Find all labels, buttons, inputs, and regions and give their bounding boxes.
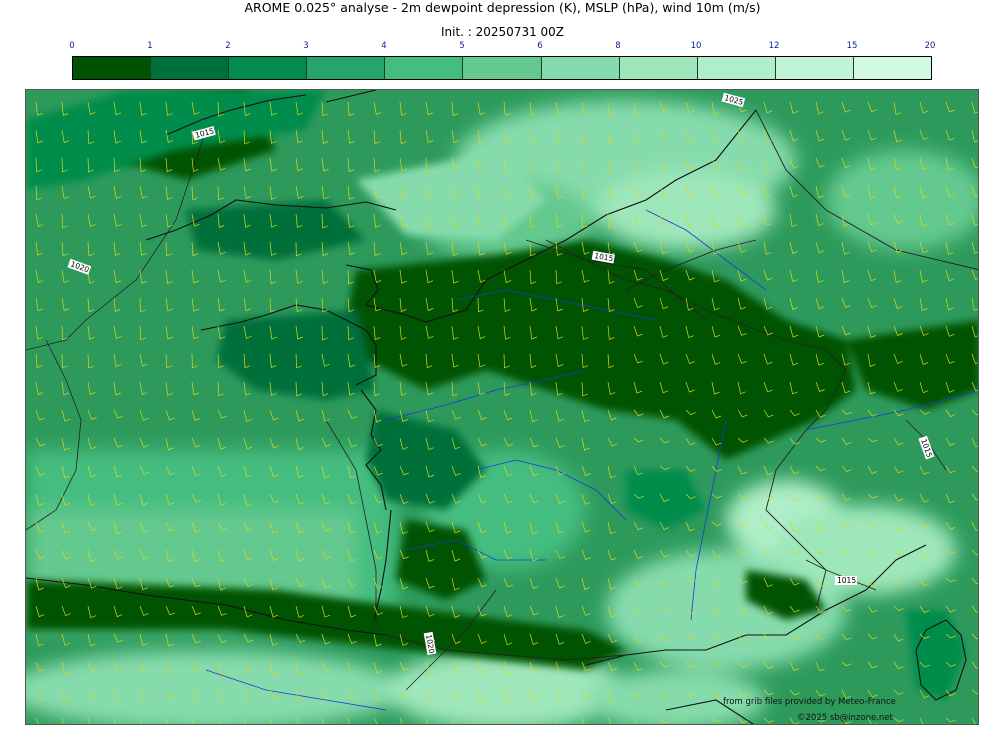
isobar-label: 1015 xyxy=(835,576,857,585)
colorbar-segment xyxy=(385,57,464,79)
colorbar-segment xyxy=(229,57,308,79)
map-canvas: 1015102010251015101510201015 xyxy=(26,90,978,724)
colorbar-tick-label: 2 xyxy=(225,41,231,51)
chart-title: AROME 0.025° analyse - 2m dewpoint depre… xyxy=(244,0,761,15)
colorbar-tick-label: 1 xyxy=(147,41,153,51)
colorbar-tick-label: 3 xyxy=(303,41,309,51)
colorbar-segment xyxy=(463,57,542,79)
svg-text:1015: 1015 xyxy=(837,576,856,585)
colorbar-segment xyxy=(307,57,386,79)
copyright-credit: ©2025 sb@inzone.net xyxy=(797,713,893,723)
colorbar-tick-label: 10 xyxy=(690,41,702,51)
data-source-credit: from grib files provided by Meteo-France xyxy=(723,697,896,707)
colorbar-segment xyxy=(853,57,932,79)
colorbar-tick-label: 20 xyxy=(924,41,936,51)
colorbar xyxy=(72,56,932,80)
colorbar-segment xyxy=(541,57,620,79)
colorbar-tick-labels: 0 1 2 3 4 5 6 8 10 12 15 20 xyxy=(69,41,935,53)
init-time: Init. : 20250731 00Z xyxy=(440,25,565,39)
colorbar-segment xyxy=(619,57,698,79)
colorbar-tick-label: 4 xyxy=(381,41,387,51)
colorbar-segment xyxy=(151,57,230,79)
colorbar-tick-label: 8 xyxy=(615,41,621,51)
colorbar-tick-label: 0 xyxy=(69,41,75,51)
colorbar-segment xyxy=(775,57,854,79)
colorbar-tick-label: 6 xyxy=(537,41,543,51)
colorbar-segment xyxy=(73,57,152,79)
colorbar-tick-label: 5 xyxy=(459,41,465,51)
colorbar-tick-label: 15 xyxy=(846,41,858,51)
colorbar-tick-label: 12 xyxy=(768,41,780,51)
colorbar-segment xyxy=(697,57,776,79)
weather-map: 1015 1020 1025 1015 1015 1020 1015 xyxy=(25,89,979,725)
